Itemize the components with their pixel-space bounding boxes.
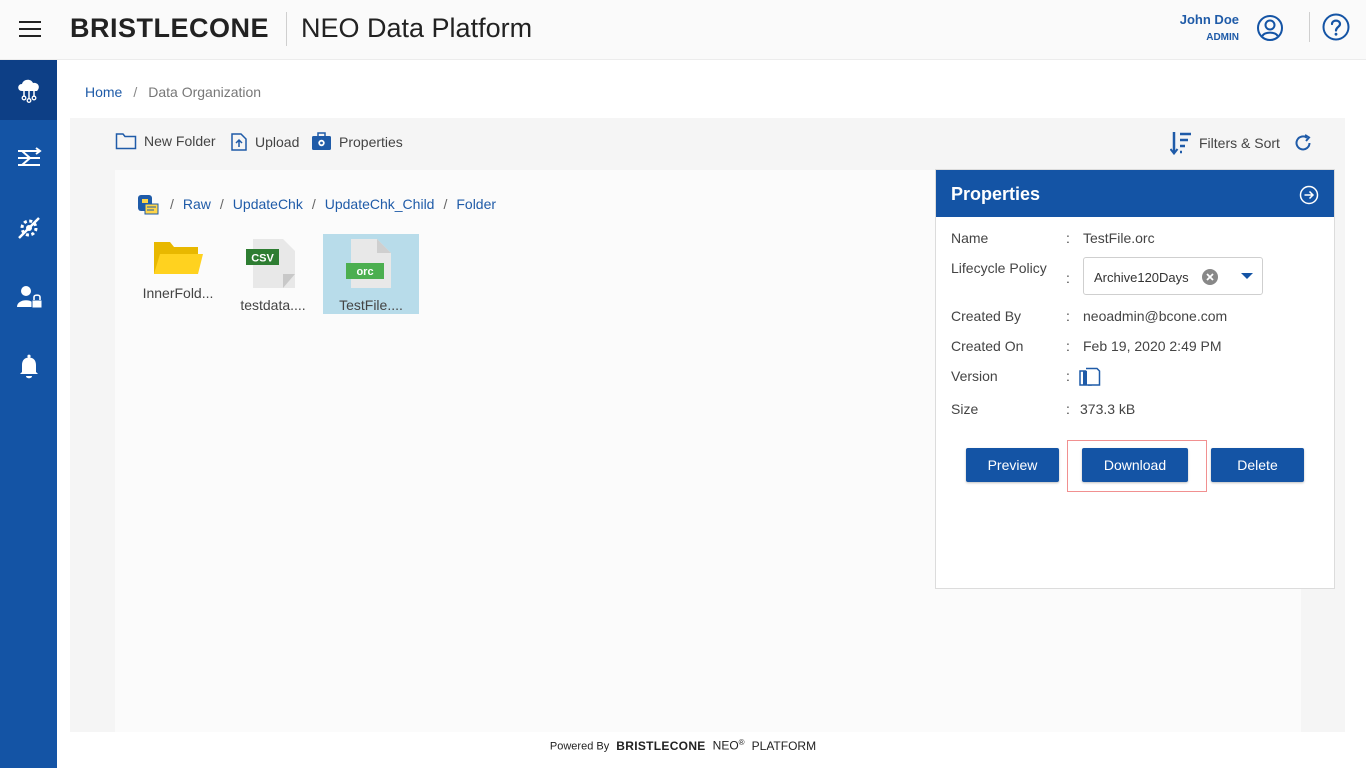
bell-icon: [19, 354, 38, 379]
clear-icon[interactable]: [1201, 268, 1219, 286]
registered-mark: ®: [738, 738, 745, 747]
size-label: Size: [951, 401, 979, 417]
path-separator: /: [170, 196, 174, 212]
name-value: TestFile.orc: [1083, 230, 1155, 246]
chevron-down-icon[interactable]: [1241, 273, 1253, 279]
properties-icon: [312, 132, 331, 150]
created-on-value: Feb 19, 2020 2:49 PM: [1083, 338, 1222, 354]
upload-label: Upload: [255, 134, 300, 150]
refresh-icon[interactable]: [1293, 133, 1313, 153]
colon: :: [1066, 401, 1070, 417]
app-title: NEO Data Platform: [301, 13, 533, 43]
colon: :: [1066, 230, 1070, 246]
lifecycle-policy-value: Archive120Days: [1094, 270, 1189, 285]
sidebar-item-tools[interactable]: [0, 198, 57, 258]
breadcrumb-home-link[interactable]: Home: [85, 84, 122, 100]
user-name: John Doe: [1179, 12, 1239, 27]
colon: :: [1066, 308, 1070, 324]
upload-icon: [231, 133, 247, 151]
logo-divider: [286, 12, 287, 46]
folder-outline-icon: [115, 133, 137, 150]
colon: :: [1066, 270, 1070, 286]
user-admin-icon: [16, 286, 42, 309]
version-label: Version: [951, 368, 998, 384]
properties-button[interactable]: Properties: [311, 132, 403, 151]
filters-sort-button[interactable]: Filters & Sort: [1170, 131, 1280, 155]
settings-tools-icon: [17, 217, 40, 239]
sort-icon: [1170, 132, 1191, 155]
properties-label: Properties: [339, 133, 403, 150]
app-header: BRISTLECONE NEO Data Platform John Doe A…: [0, 0, 1366, 60]
created-by-label: Created By: [951, 308, 1022, 324]
csv-file-icon: CSV: [246, 239, 295, 288]
version-history-icon[interactable]: [1079, 367, 1101, 387]
lifecycle-policy-label: Lifecycle Policy: [951, 260, 1047, 276]
new-folder-button[interactable]: New Folder: [115, 132, 216, 150]
path-segment-raw[interactable]: Raw: [183, 196, 211, 212]
file-item-folder[interactable]: InnerFold...: [130, 234, 226, 314]
brand-logo: BRISTLECONE: [70, 13, 270, 43]
path-segment-folder[interactable]: Folder: [456, 196, 496, 212]
new-folder-label: New Folder: [144, 133, 216, 149]
file-item-orc[interactable]: orc TestFile....: [323, 234, 419, 314]
sidebar: [0, 60, 57, 768]
breadcrumb-separator: /: [133, 84, 138, 100]
sidebar-item-data-organization[interactable]: [0, 60, 57, 120]
created-by-value: neoadmin@bcone.com: [1083, 308, 1228, 324]
powered-by-label: Powered By: [549, 740, 610, 753]
user-role: ADMIN: [1206, 32, 1239, 43]
storage-root-icon[interactable]: [135, 192, 161, 216]
path-separator: /: [219, 196, 224, 212]
path-segment-updatechk[interactable]: UpdateChk: [233, 196, 303, 212]
properties-title: Properties: [951, 184, 1041, 204]
size-value: 373.3 kB: [1080, 401, 1136, 417]
path-segment-updatechk-child[interactable]: UpdateChk_Child: [325, 196, 435, 212]
sidebar-item-notifications[interactable]: [0, 337, 57, 397]
colon: :: [1066, 368, 1070, 384]
sidebar-item-user-admin[interactable]: [0, 267, 57, 327]
download-button[interactable]: Download: [1082, 448, 1188, 482]
orc-badge-text: orc: [356, 266, 373, 278]
upload-button[interactable]: Upload: [230, 132, 299, 152]
path-separator: /: [311, 196, 316, 212]
user-info[interactable]: John Doe ADMIN: [1180, 12, 1239, 43]
created-on-label: Created On: [951, 338, 1024, 354]
file-name: InnerFold...: [142, 285, 214, 301]
folder-icon: [154, 242, 203, 274]
footer-brand: BRISTLECONE: [616, 738, 706, 753]
pipeline-icon: [17, 147, 42, 166]
orc-file-icon: orc: [346, 239, 391, 288]
collapse-arrow-icon[interactable]: [1299, 185, 1319, 205]
csv-badge-text: CSV: [251, 253, 274, 265]
file-name: testdata....: [240, 297, 306, 313]
help-icon[interactable]: [1322, 13, 1350, 41]
sidebar-item-pipelines[interactable]: [0, 128, 57, 188]
breadcrumb: Home / Data Organization: [85, 84, 261, 100]
filters-sort-label: Filters & Sort: [1199, 135, 1280, 151]
cloud-data-icon: [17, 79, 39, 103]
properties-panel: Properties Name : TestFile.orc Lifecycle…: [935, 169, 1335, 589]
footer-platform: PLATFORM: [751, 738, 817, 753]
breadcrumb-current: Data Organization: [148, 84, 262, 100]
file-item-csv[interactable]: CSV testdata....: [225, 234, 321, 314]
menu-icon[interactable]: [19, 21, 41, 37]
user-profile-icon[interactable]: [1256, 14, 1284, 42]
name-label: Name: [951, 230, 989, 246]
lifecycle-policy-select[interactable]: Archive120Days: [1083, 257, 1263, 295]
colon: :: [1066, 338, 1070, 354]
path-separator: /: [443, 196, 448, 212]
footer: Powered By BRISTLECONE NEO® PLATFORM: [0, 738, 1366, 753]
delete-button[interactable]: Delete: [1211, 448, 1304, 482]
folder-path: / Raw / UpdateChk / UpdateChk_Child / Fo…: [135, 192, 496, 216]
header-divider: [1309, 12, 1310, 42]
footer-neo: NEO: [712, 738, 739, 753]
properties-header: Properties: [936, 170, 1334, 217]
preview-button[interactable]: Preview: [966, 448, 1059, 482]
file-name: TestFile....: [339, 297, 403, 313]
